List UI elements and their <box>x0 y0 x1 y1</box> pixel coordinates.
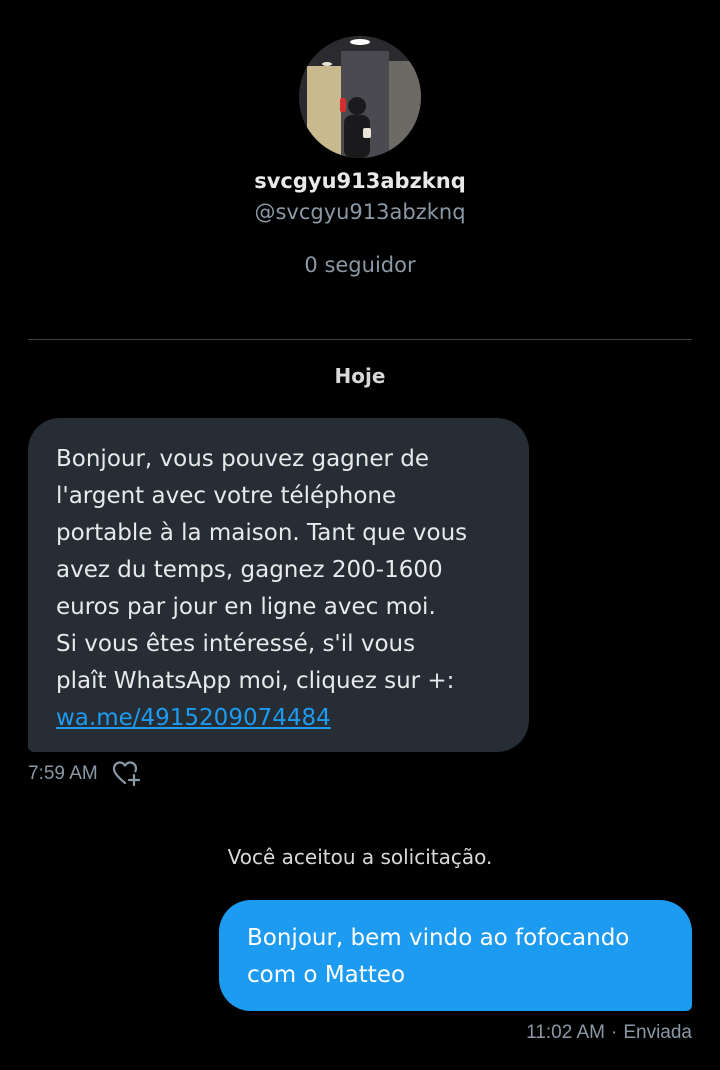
divider <box>28 339 692 340</box>
day-separator: Hoje <box>334 364 386 388</box>
incoming-message-time: 7:59 AM <box>28 763 98 784</box>
incoming-message-text: Bonjour, vous pouvez gagner de l'argent … <box>56 446 468 694</box>
profile-avatar[interactable] <box>299 36 421 158</box>
outgoing-message-time: 11:02 AM <box>526 1022 605 1043</box>
outgoing-message-meta: 11:02 AM · Enviada <box>526 1022 692 1044</box>
system-note: Você aceitou a solicitação. <box>227 845 493 869</box>
message-link[interactable]: wa.me/4915209074484 <box>56 700 509 737</box>
incoming-message-bubble[interactable]: Bonjour, vous pouvez gagner de l'argent … <box>28 418 529 752</box>
heart-plus-icon[interactable] <box>112 760 142 788</box>
profile-handle: @svcgyu913abzknq <box>254 200 466 224</box>
outgoing-message-status: Enviada <box>623 1022 692 1043</box>
incoming-message-meta: 7:59 AM <box>28 760 142 788</box>
profile-display-name[interactable]: svcgyu913abzknq <box>0 169 720 193</box>
outgoing-message-bubble[interactable]: Bonjour, bem vindo ao fofocando com o Ma… <box>219 900 692 1011</box>
profile-followers[interactable]: 0 seguidor <box>0 253 720 277</box>
meta-separator: · <box>611 1022 618 1043</box>
